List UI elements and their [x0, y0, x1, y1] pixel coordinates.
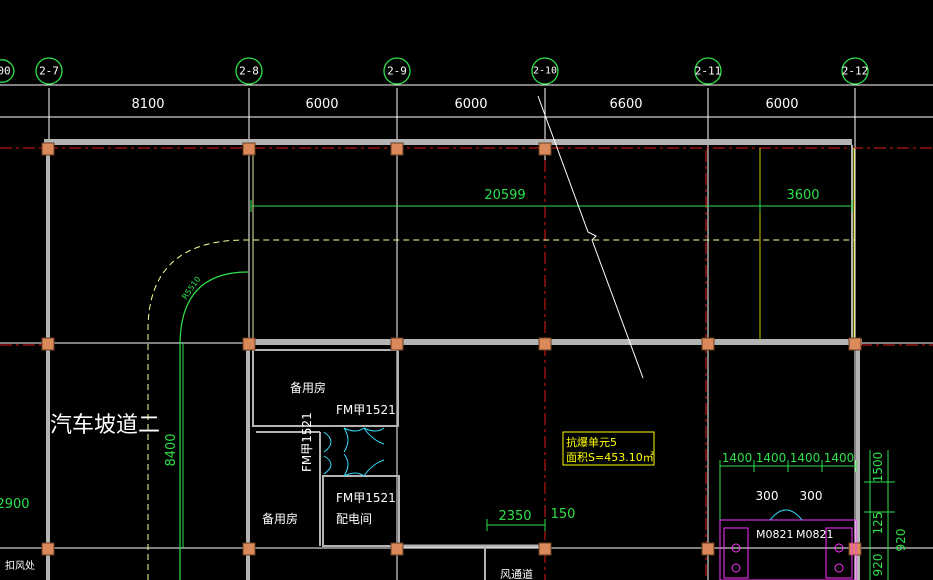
dim-6000-a: 6000 [305, 97, 338, 112]
axis-bubbles: 00 2-7 2-8 2-9 2-10 2-11 2-12 [0, 57, 869, 85]
door-m0821-b: M0821 [796, 528, 834, 541]
ramp-label: 汽车坡道二 [50, 413, 160, 438]
door-m0821-a: M0821 [756, 528, 794, 541]
axis-label: 2-9 [387, 65, 407, 78]
axis-bubble-2-9: 2-9 [383, 57, 411, 85]
dim-1400-a: 1400 [722, 451, 753, 465]
dim-1400-b: 1400 [756, 451, 787, 465]
blast-unit-area: 面积S=453.10㎡ [566, 451, 654, 464]
dim-150: 150 [551, 507, 576, 522]
dim-300-a: 300 [756, 489, 779, 503]
axis-label: 2-10 [533, 66, 557, 77]
room-power: 配电间 [336, 512, 372, 526]
blast-unit-title: 抗爆单元5 [566, 435, 617, 449]
right-dims-lines [719, 450, 895, 580]
door-fm-2: FM甲1521 [336, 491, 396, 505]
top-dimensions: 8100 6000 6000 6600 6000 [131, 97, 798, 112]
axis-label-partial: 00 [0, 65, 11, 78]
dim-300-b: 300 [800, 489, 823, 503]
door-fm-vertical: FM甲1521 [300, 412, 314, 472]
inner-dimension [250, 200, 853, 212]
partial-label-mid: 风通道 [500, 567, 533, 580]
dim-6000-c: 6000 [765, 97, 798, 112]
axis-label: 2-11 [695, 65, 722, 78]
dim-125: 125 [871, 512, 885, 535]
partial-label-left: 扣风处 [5, 559, 35, 572]
cad-drawing-canvas[interactable]: 00 2-7 2-8 2-9 2-10 2-11 2-12 8100 6000 [0, 0, 933, 580]
dim-1500: 1500 [871, 452, 885, 483]
grid-lines [0, 84, 933, 580]
axis-bubble-2-12: 2-12 [841, 57, 869, 85]
inner-lines [252, 148, 855, 340]
room-spare-1: 备用房 [290, 380, 326, 395]
dim-6600: 6600 [609, 97, 642, 112]
dim-920-b: 920 [894, 529, 908, 552]
dim-1400-d: 1400 [824, 451, 855, 465]
dim-8100: 8100 [131, 97, 164, 112]
dim-6000-b: 6000 [454, 97, 487, 112]
dim-2900: 2900 [0, 497, 30, 512]
columns [41, 142, 862, 556]
axis-bubble-2-8: 2-8 [235, 57, 263, 85]
axis-label: 2-12 [842, 65, 869, 78]
door-arc-right [769, 509, 803, 521]
dim-3600: 3600 [786, 188, 819, 203]
ramp-outline [147, 239, 855, 580]
door-swings [323, 427, 385, 477]
dim-2350: 2350 [498, 509, 531, 524]
dim-8400: 8400 [164, 433, 179, 466]
dim-1400-c: 1400 [790, 451, 821, 465]
room-spare-2: 备用房 [262, 511, 298, 526]
dim-920-a: 920 [871, 554, 885, 577]
axis-bubble-2-7: 2-7 [35, 57, 63, 85]
axis-label: 2-7 [39, 65, 59, 78]
leader-line [537, 95, 644, 379]
walls [44, 139, 862, 580]
door-fm-1: FM甲1521 [336, 403, 396, 417]
dim-20599: 20599 [484, 188, 525, 203]
axis-bubble-2-11: 2-11 [694, 57, 722, 85]
axis-bubble-2-10: 2-10 [531, 57, 559, 85]
red-axis-lines [0, 147, 933, 580]
axis-label: 2-8 [239, 65, 259, 78]
blast-unit-label: 抗爆单元5 面积S=453.10㎡ [562, 431, 655, 466]
